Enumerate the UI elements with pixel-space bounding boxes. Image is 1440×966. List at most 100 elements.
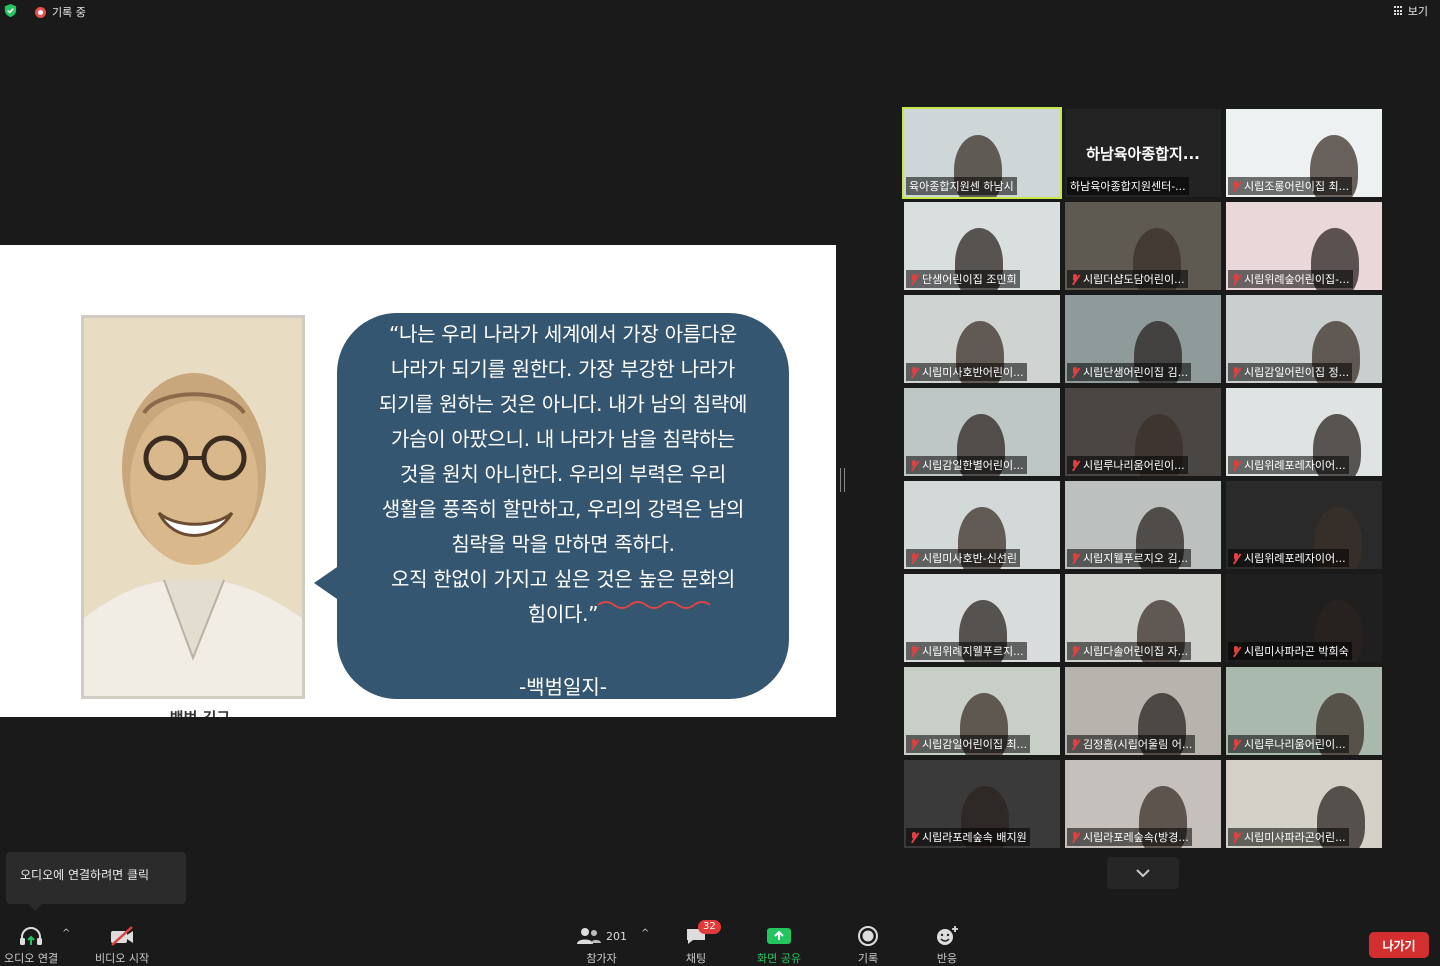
record-button[interactable]: 기록 [856,924,880,966]
mic-muted-icon [1231,180,1241,192]
participant-tile[interactable]: 시립위례포레자이어... [1226,481,1382,569]
participant-tile[interactable]: 시립위례포레자이어... [1226,388,1382,476]
participant-name: 시립루나리움어린이... [1083,459,1185,472]
participant-tile[interactable]: 시립다솔어린이집 자... [1065,574,1221,662]
participant-name: 시립감일어린이집 최... [922,738,1028,751]
participants-count: 201 [606,929,627,943]
participant-tile[interactable]: 시립더샵도담어린이... [1065,202,1221,290]
participant-name-label: 시립다솔어린이집 자... [1067,642,1192,660]
mic-muted-icon [1231,273,1241,285]
participant-tile[interactable]: 육아종합지원센 하남시 [902,107,1062,199]
participant-tile[interactable]: 시립미사파라곤어린... [1226,760,1382,848]
participant-name: 시립미사파라곤 박희숙 [1244,645,1349,658]
participant-tile[interactable]: 시립위례숲어린이집-... [1226,202,1382,290]
participant-name-label: 시립루나리움어린이... [1067,456,1188,474]
participant-tile[interactable]: 시립조롱어린이집 최... [1226,109,1382,197]
participant-name-label: 시립위례포레자이어... [1228,549,1349,567]
recording-label: 기록 중 [52,6,86,19]
participant-tile[interactable]: 시립미사파라곤 박희숙 [1226,574,1382,662]
participants-icon-group: 201 [576,924,627,948]
headphones-icon [18,924,44,948]
participant-name-label: 시립미사파라곤 박희숙 [1228,642,1352,660]
record-icon [856,924,880,948]
participant-name: 시립지웰푸르지오 김... [1083,552,1189,565]
shared-screen: 백범 김구 “나는 우리 나라가 세계에서 가장 아름다운 나라가 되기를 원한… [0,245,836,717]
quote-line: 것을 원치 아니한다. 우리의 부력은 우리 [400,462,726,486]
participant-name: 하남육아종합지원센터-... [1070,180,1186,193]
participant-name: 시립위례지웰푸르지... [922,645,1024,658]
participant-name: 시립조롱어린이집 최... [1244,180,1350,193]
mic-muted-icon [909,645,919,657]
participants-button[interactable]: 201 참가자 [576,924,627,966]
participant-tile[interactable]: 시립루나리움어린이... [1065,388,1221,476]
participant-tile[interactable]: 시립감일한별어린이... [904,388,1060,476]
mic-muted-icon [1231,459,1241,471]
participant-tile[interactable]: 시립라포레숲속 배지원 [904,760,1060,848]
reactions-button[interactable]: 반응 [934,924,960,966]
participant-name-label: 시립감일어린이집 최... [906,735,1031,753]
participant-name-label: 김정흠(시립어울림 어... [1067,735,1196,753]
start-video-button[interactable]: 비디오 시작 [95,924,149,966]
participant-tile[interactable]: 시립감일어린이집 정... [1226,295,1382,383]
mic-muted-icon [909,552,919,564]
chevron-down-icon [1136,869,1150,878]
quote-line: 나라가 되기를 원한다. 가장 부강한 나라가 [390,357,736,381]
participant-tile[interactable]: 시립지웰푸르지오 김... [1065,481,1221,569]
view-button[interactable]: 보기 [1393,3,1428,19]
participant-tile[interactable]: 시립위례지웰푸르지... [904,574,1060,662]
audio-options-caret-icon[interactable]: ^ [62,928,70,939]
annotation-squiggle [597,601,711,609]
mic-muted-icon [909,366,919,378]
mic-muted-icon [909,459,919,471]
top-bar: 기록 중 보기 [0,0,1440,22]
participants-options-caret-icon[interactable]: ^ [641,928,649,939]
mic-muted-icon [909,831,919,843]
participant-name-label: 시립미사파라곤어린... [1228,828,1349,846]
participant-tile[interactable]: 김정흠(시립어울림 어... [1065,667,1221,755]
mic-muted-icon [1231,552,1241,564]
participant-name-label: 시립감일한별어린이... [906,456,1027,474]
participant-name: 시립미사호반-신선린 [922,552,1018,565]
participant-name: 시립미사파라곤어린... [1244,831,1346,844]
shield-check-icon[interactable] [3,3,18,18]
recording-icon [35,6,46,18]
participant-name: 시립더샵도담어린이... [1083,273,1185,286]
participant-tile[interactable]: 하남육아종합지... 하남육아종합지원센터-... [1065,109,1221,197]
participant-tile[interactable]: 시립미사호반-신선린 [904,481,1060,569]
participant-name-label: 시립더샵도담어린이... [1067,270,1188,288]
join-audio-button[interactable]: 오디오 연결 [4,924,58,966]
quote-line: “나는 우리 나라가 세계에서 가장 아름다운 [388,322,738,346]
participant-tile[interactable]: 시립루나리움어린이... [1226,667,1382,755]
share-screen-button[interactable]: 화면 공유 [757,924,801,966]
participant-tile[interactable]: 단샘어린이집 조민희 [904,202,1060,290]
participant-name: 육아종합지원센 하남시 [909,180,1014,193]
leave-meeting-button[interactable]: 나가기 [1369,932,1429,958]
participant-name-label: 시립위례포레자이어... [1228,456,1349,474]
audio-tooltip: 오디오에 연결하려면 클릭 [6,852,186,911]
video-off-icon [108,924,136,948]
split-resize-handle[interactable] [840,468,845,492]
portrait-image [81,315,305,699]
mic-muted-icon [1070,273,1080,285]
mic-muted-icon [1231,366,1241,378]
participant-name: 시립위례숲어린이집-... [1244,273,1350,286]
quote-text: “나는 우리 나라가 세계에서 가장 아름다운 나라가 되기를 원한다. 가장 … [348,317,778,632]
participant-tile[interactable]: 시립라포레숲속(방경... [1065,760,1221,848]
participant-name: 시립라포레숲속(방경... [1083,831,1189,844]
participant-name-label: 시립위례지웰푸르지... [906,642,1027,660]
participant-name: 김정흠(시립어울림 어... [1083,738,1193,751]
mic-muted-icon [909,738,919,750]
portrait-caption: 백범 김구 [120,707,280,717]
gallery-next-page-button[interactable] [1107,857,1179,889]
participant-tile[interactable]: 시립미사호반어린이... [904,295,1060,383]
mic-muted-icon [1231,831,1241,843]
participants-icon [577,928,601,944]
participant-name: 시립다솔어린이집 자... [1083,645,1189,658]
quote-line: 생활을 풍족히 할만하고, 우리의 강력은 남의 [381,497,745,521]
quote-source: -백범일지- [518,675,608,699]
recording-indicator[interactable]: 기록 중 [35,4,86,20]
participant-name: 단샘어린이집 조민희 [922,273,1017,286]
participant-tile[interactable]: 시립단샘어린이집 김... [1065,295,1221,383]
chat-button[interactable]: 32 채팅 [684,920,721,966]
participant-tile[interactable]: 시립감일어린이집 최... [904,667,1060,755]
